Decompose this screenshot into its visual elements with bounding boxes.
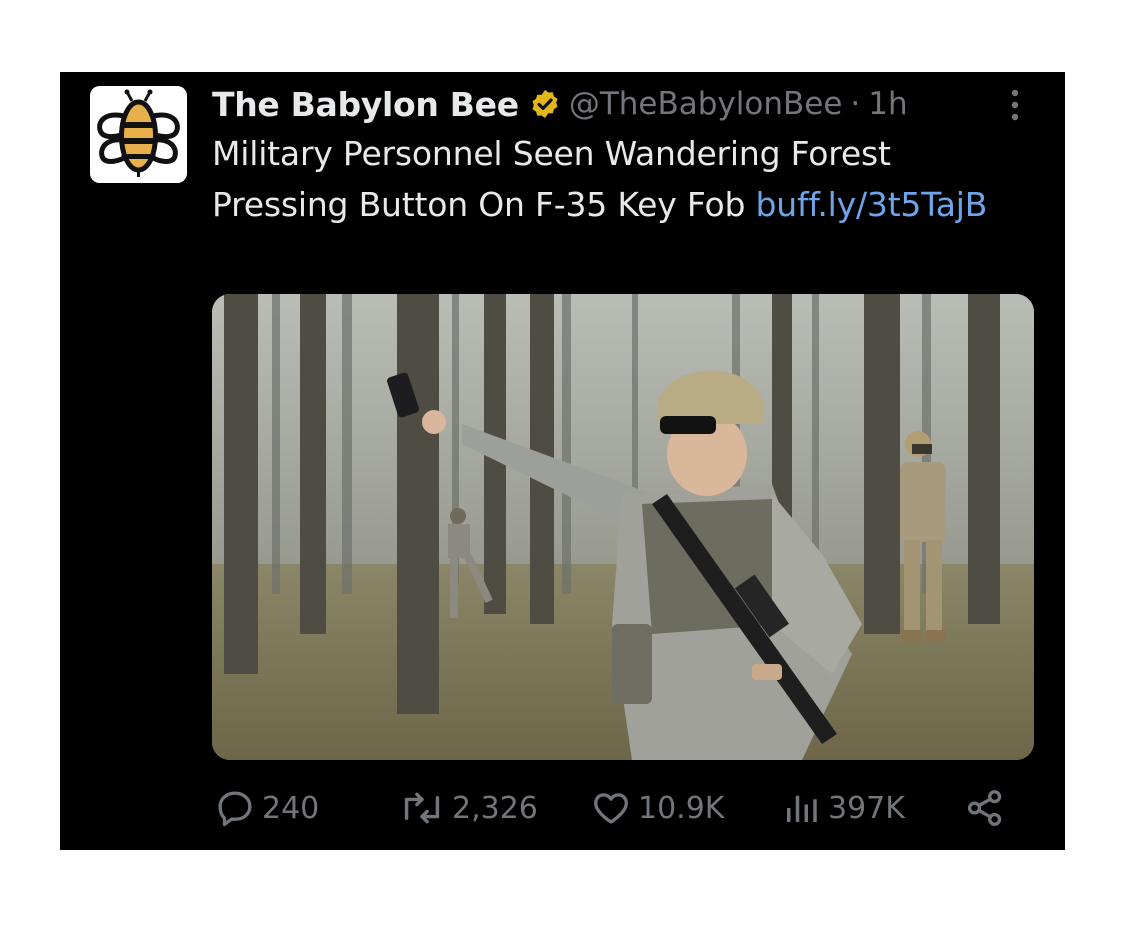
like-button[interactable]: 10.9K	[590, 784, 724, 832]
share-button[interactable]	[964, 784, 1006, 832]
more-options-icon[interactable]	[1008, 88, 1022, 122]
reply-button[interactable]: 240	[214, 784, 319, 832]
like-count: 10.9K	[638, 790, 725, 826]
views-count: 397K	[828, 790, 905, 826]
tweet-card[interactable]: The Babylon Bee @TheBabylonBee · 1h Mili…	[60, 72, 1065, 850]
display-name[interactable]: The Babylon Bee	[212, 85, 519, 124]
tweet-actions: 240 2,326 10.9K 397K	[212, 784, 1034, 832]
tweet-text: Military Personnel Seen Wandering Forest…	[212, 128, 1002, 230]
tweet-media[interactable]	[212, 294, 1034, 760]
user-handle[interactable]: @TheBabylonBee	[569, 86, 843, 122]
repost-count: 2,326	[452, 790, 538, 826]
views-icon	[787, 795, 817, 822]
heart-icon	[594, 793, 628, 824]
babylon-bee-logo-icon	[90, 86, 187, 183]
verified-badge-icon[interactable]	[529, 88, 561, 120]
repost-icon	[404, 792, 440, 824]
separator-dot: ·	[850, 86, 861, 122]
views-button[interactable]: 397K	[780, 784, 905, 832]
soldier-in-forest-photo	[212, 294, 1034, 760]
reply-count: 240	[262, 790, 320, 826]
tweet-link[interactable]: buff.ly/3t5TajB	[756, 185, 988, 224]
avatar[interactable]	[90, 86, 187, 183]
repost-button[interactable]: 2,326	[398, 784, 538, 832]
share-icon	[967, 790, 1002, 826]
reply-icon	[218, 791, 252, 827]
tweet-header: The Babylon Bee @TheBabylonBee · 1h	[212, 82, 908, 126]
timestamp[interactable]: 1h	[868, 86, 907, 122]
